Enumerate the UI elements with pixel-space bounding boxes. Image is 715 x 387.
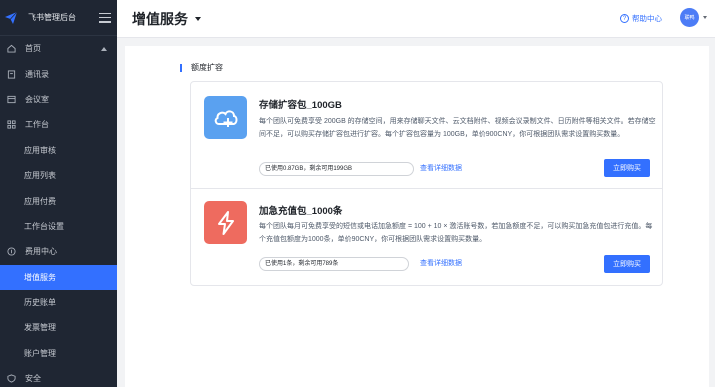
- usage-badge: 已使用0.87GB，剩余可用199GB: [259, 162, 414, 176]
- view-details-link[interactable]: 查看详细数据: [420, 163, 462, 173]
- sidebar-item-value-added-services[interactable]: 增值服务: [0, 264, 117, 290]
- cloud-plus-icon: [204, 96, 247, 139]
- sidebar-item-app-list[interactable]: 应用列表: [0, 163, 117, 188]
- sidebar-item-account[interactable]: 账户管理: [0, 341, 117, 366]
- help-center-link[interactable]: ? 帮助中心: [620, 13, 662, 24]
- sidebar-item-label: 增值服务: [24, 272, 56, 282]
- brand-title: 飞书管理后台: [28, 13, 76, 22]
- sidebar-item-home[interactable]: 首页: [0, 36, 117, 61]
- card-description: 每个团队每月可免费享受的短信或电话加急额度 = 100 + 10 × 激活账号数…: [259, 223, 653, 243]
- workplace-icon: [6, 120, 16, 130]
- sidebar-item-meeting-room[interactable]: 会议室: [0, 87, 117, 112]
- lightning-icon: [204, 201, 247, 244]
- main-content: 额度扩容 存储扩容包_100GB 每个团队可免费享受 200GB 的存储空间，用…: [125, 46, 709, 387]
- service-card-list: 存储扩容包_100GB 每个团队可免费享受 200GB 的存储空间，用来存储聊天…: [190, 81, 663, 286]
- security-icon: [6, 374, 16, 384]
- sidebar: 飞书管理后台 首页 通讯录 会议室 工作台 应用审核 应用列表 应用付费 工作台…: [0, 0, 117, 387]
- section-heading: 额度扩容: [180, 62, 223, 73]
- sidebar-item-label: 发票管理: [24, 323, 56, 333]
- user-menu[interactable]: 联鸭: [680, 8, 707, 27]
- billing-icon: [6, 247, 16, 257]
- help-center-label: 帮助中心: [632, 14, 662, 23]
- sidebar-item-billing[interactable]: 费用中心: [0, 239, 117, 264]
- section-title: 额度扩容: [191, 63, 223, 72]
- sidebar-item-label: 应用列表: [24, 171, 56, 181]
- sidebar-item-label: 安全: [25, 374, 41, 384]
- sidebar-item-label: 应用审核: [24, 145, 56, 155]
- sidebar-item-label: 账户管理: [24, 348, 56, 358]
- sidebar-item-app-review[interactable]: 应用审核: [0, 138, 117, 163]
- sidebar-item-label: 应用付费: [24, 196, 56, 206]
- card-title: 存储扩容包_100GB: [259, 100, 342, 111]
- chevron-down-icon: [703, 16, 707, 19]
- sidebar-item-app-payment[interactable]: 应用付费: [0, 188, 117, 213]
- home-icon: [6, 44, 16, 54]
- meeting-room-icon: [6, 94, 16, 104]
- buy-now-button[interactable]: 立即购买: [604, 255, 650, 273]
- storage-expansion-card: 存储扩容包_100GB 每个团队可免费享受 200GB 的存储空间，用来存储聊天…: [191, 82, 662, 189]
- sidebar-item-label: 工作台设置: [24, 221, 64, 231]
- sidebar-item-label: 工作台: [25, 120, 49, 130]
- collapse-caret-icon: [101, 47, 107, 51]
- page-title: 增值服务: [132, 10, 188, 27]
- title-dropdown-icon[interactable]: [195, 16, 201, 21]
- brand-header: 飞书管理后台: [0, 0, 117, 36]
- usage-badge: 已使用1条，剩余可用789条: [259, 257, 409, 271]
- avatar: 联鸭: [680, 8, 699, 27]
- sidebar-item-invoices[interactable]: 发票管理: [0, 315, 117, 340]
- sidebar-item-workplace[interactable]: 工作台: [0, 112, 117, 137]
- section-accent-bar: [180, 63, 182, 72]
- card-title: 加急充值包_1000条: [259, 206, 343, 217]
- buy-now-button[interactable]: 立即购买: [604, 159, 650, 177]
- sidebar-item-security[interactable]: 安全: [0, 366, 117, 387]
- contacts-icon: [6, 69, 16, 79]
- view-details-link[interactable]: 查看详细数据: [420, 258, 462, 268]
- card-description: 每个团队可免费享受 200GB 的存储空间，用来存储聊天文件、云文档附件、视频会…: [259, 118, 656, 138]
- help-icon: ?: [620, 14, 629, 23]
- sidebar-item-label: 通讯录: [25, 69, 49, 79]
- sidebar-item-label: 首页: [25, 44, 41, 54]
- urgent-recharge-card: 加急充值包_1000条 每个团队每月可免费享受的短信或电话加急额度 = 100 …: [191, 190, 662, 286]
- sidebar-item-workplace-settings[interactable]: 工作台设置: [0, 214, 117, 239]
- top-header: 增值服务 ? 帮助中心 联鸭: [117, 0, 715, 38]
- feishu-logo-icon: [4, 11, 18, 25]
- sidebar-item-billing-history[interactable]: 历史账单: [0, 290, 117, 315]
- sidebar-item-label: 会议室: [25, 94, 49, 104]
- menu-toggle-icon[interactable]: [99, 12, 111, 23]
- sidebar-item-label: 费用中心: [25, 247, 57, 257]
- sidebar-item-contacts[interactable]: 通讯录: [0, 61, 117, 86]
- sidebar-item-label: 历史账单: [24, 298, 56, 308]
